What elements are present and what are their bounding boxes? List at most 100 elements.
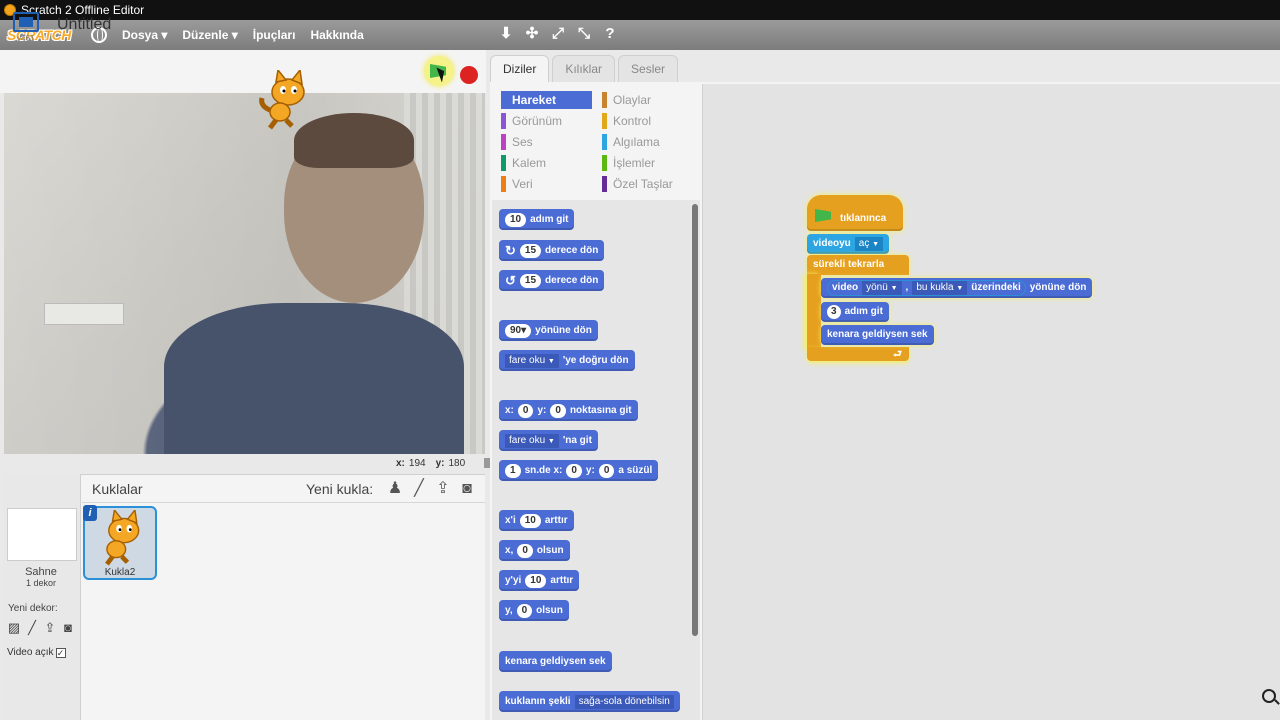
block-change-y[interactable]: y'yi 10 arttır bbox=[499, 570, 580, 591]
menu-bar: SCRATCH Dosya ▾ Düzenle ▾ İpuçları Hakkı… bbox=[0, 20, 1280, 50]
y-label: y: bbox=[435, 458, 445, 469]
rotate-right-icon: ↻ bbox=[505, 243, 516, 258]
script-point-video-block[interactable]: video yönü ▼ , bu kukla ▼ üzerindeki yön… bbox=[821, 278, 1093, 298]
chevron-down-icon: ▼ bbox=[956, 285, 964, 292]
stage-label: Sahne bbox=[25, 566, 57, 578]
video-toggle[interactable]: Video açık ✓ bbox=[7, 647, 66, 658]
cat-thumbnail-icon bbox=[105, 510, 140, 566]
air-conditioner bbox=[44, 303, 124, 325]
editor-root: Scratch 2 Offline Editor SCRATCH Dosya ▾… bbox=[0, 0, 1280, 720]
menu-edit[interactable]: Düzenle ▾ bbox=[182, 28, 237, 42]
paint-brush-icon[interactable]: ╱ bbox=[24, 620, 40, 636]
category-motion[interactable]: Hareket bbox=[501, 91, 592, 109]
block-turn-right[interactable]: ↻ 15 derece dön bbox=[499, 240, 605, 261]
category-operators[interactable]: İşlemler bbox=[602, 154, 655, 172]
stage-thumbnail[interactable] bbox=[7, 508, 77, 561]
backdrop-library-icon[interactable]: ▨ bbox=[6, 620, 22, 636]
sprite-library-icon[interactable]: ♟ bbox=[385, 479, 405, 499]
x-label: x: bbox=[396, 458, 405, 469]
category-sensing[interactable]: Algılama bbox=[602, 133, 660, 151]
cat-sprite[interactable] bbox=[256, 70, 312, 130]
block-point-towards[interactable]: fare oku ▼ 'ye doğru dön bbox=[499, 350, 635, 371]
block-rotation-style[interactable]: kuklanın şekli sağa-sola dönebilsin bbox=[499, 691, 680, 712]
video-attribute-dropdown[interactable]: yönü ▼ bbox=[862, 281, 902, 295]
palette-scrollbar[interactable] bbox=[692, 204, 698, 636]
cut-icon[interactable]: ✣ bbox=[523, 25, 541, 43]
video-sensing-reporter[interactable]: video yönü ▼ , bu kukla ▼ üzerindeki bbox=[827, 280, 1026, 296]
project-title[interactable]: Untitled bbox=[57, 16, 111, 34]
category-pen[interactable]: Kalem bbox=[501, 154, 546, 172]
category-more-blocks[interactable]: Özel Taşlar bbox=[602, 175, 673, 193]
chevron-down-icon: ▼ bbox=[547, 357, 555, 365]
edit-tools: ⬇ ✣ ⤢ ⤡ ? bbox=[497, 25, 619, 43]
rotate-left-icon: ↺ bbox=[505, 273, 516, 288]
block-goto-xy[interactable]: x: 0 y: 0 noktasına git bbox=[499, 400, 638, 421]
goto-dropdown[interactable]: fare oku ▼ bbox=[505, 433, 559, 448]
category-control[interactable]: Kontrol bbox=[602, 112, 651, 130]
point-towards-dropdown[interactable]: fare oku ▼ bbox=[505, 353, 559, 368]
rotation-style-dropdown[interactable]: sağa-sola dönebilsin bbox=[574, 694, 674, 709]
person-body bbox=[164, 303, 464, 454]
y-value: 180 bbox=[448, 458, 466, 469]
tab-scripts[interactable]: Diziler bbox=[490, 55, 550, 82]
upload-icon[interactable]: ⇪ bbox=[433, 479, 453, 499]
fullscreen-icon[interactable] bbox=[13, 12, 39, 32]
video-checkbox[interactable]: ✓ bbox=[55, 647, 66, 658]
script-move-block[interactable]: 3 adım git bbox=[821, 302, 889, 322]
script-video-block[interactable]: videoyu aç ▼ bbox=[807, 234, 890, 254]
menu-tips[interactable]: İpuçları bbox=[253, 28, 296, 42]
category-events[interactable]: Olaylar bbox=[602, 91, 651, 109]
forever-label: sürekli tekrarla bbox=[813, 259, 885, 270]
block-change-x[interactable]: x'i 10 arttır bbox=[499, 510, 574, 531]
sprites-title: Kuklalar bbox=[92, 481, 143, 497]
category-looks[interactable]: Görünüm bbox=[501, 112, 562, 130]
block-glide[interactable]: 1 sn.de x: 0 y: 0 a süzül bbox=[499, 460, 659, 481]
block-goto[interactable]: fare oku ▼ 'na git bbox=[499, 430, 598, 451]
editor-tabs: Diziler Kılıklar Sesler bbox=[490, 55, 679, 83]
window-title: Scratch 2 Offline Editor bbox=[21, 3, 145, 17]
help-icon[interactable]: ? bbox=[601, 25, 619, 43]
stop-icon[interactable] bbox=[460, 66, 478, 84]
hat-block-label: tıklanınca bbox=[840, 213, 887, 224]
category-sound[interactable]: Ses bbox=[501, 133, 533, 151]
sprite-info-icon[interactable]: i bbox=[83, 505, 97, 521]
loop-arrow-icon: ⮐ bbox=[893, 349, 902, 360]
person-hair bbox=[294, 113, 414, 168]
paint-brush-icon[interactable]: ╱ bbox=[409, 479, 429, 499]
block-bounce[interactable]: kenara geldiysen sek bbox=[499, 651, 612, 672]
script-area[interactable] bbox=[702, 84, 1280, 720]
block-point-direction[interactable]: 90▾ yönüne dön bbox=[499, 320, 598, 341]
category-data[interactable]: Veri bbox=[501, 175, 533, 193]
menu-file[interactable]: Dosya ▾ bbox=[122, 28, 167, 42]
block-turn-left[interactable]: ↺ 15 derece dön bbox=[499, 270, 605, 291]
shrink-icon[interactable]: ⤡ bbox=[575, 25, 593, 43]
stage-canvas[interactable] bbox=[4, 93, 485, 454]
duplicate-icon[interactable]: ⬇ bbox=[497, 25, 515, 43]
grow-icon[interactable]: ⤢ bbox=[549, 25, 567, 43]
forever-arm bbox=[807, 274, 821, 350]
sprite-name: Kukla2 bbox=[104, 567, 136, 578]
upload-icon[interactable]: ⇪ bbox=[42, 620, 58, 636]
video-state-dropdown[interactable]: aç ▼ bbox=[854, 237, 884, 251]
block-set-x[interactable]: x, 0 olsun bbox=[499, 540, 570, 561]
new-backdrop-tools: ▨ ╱ ⇪ ◙ bbox=[6, 620, 76, 636]
mouse-coords: x: 194 y: 180 bbox=[390, 458, 465, 469]
tab-costumes[interactable]: Kılıklar bbox=[552, 55, 616, 82]
script-bounce-block[interactable]: kenara geldiysen sek bbox=[821, 325, 934, 345]
stage-backdrop-count: 1 dekor bbox=[25, 578, 57, 588]
block-set-y[interactable]: y, 0 olsun bbox=[499, 600, 569, 621]
window-titlebar: Scratch 2 Offline Editor bbox=[0, 0, 1280, 20]
tab-sounds[interactable]: Sesler bbox=[618, 55, 679, 82]
zoom-out-icon[interactable] bbox=[1262, 689, 1276, 703]
chevron-down-icon: ▼ bbox=[890, 285, 898, 292]
video-target-dropdown[interactable]: bu kukla ▼ bbox=[912, 281, 968, 295]
new-backdrop-label: Yeni dekor: bbox=[8, 603, 58, 614]
menu-about[interactable]: Hakkında bbox=[310, 28, 363, 42]
camera-icon[interactable]: ◙ bbox=[457, 479, 477, 499]
block-move[interactable]: 10 adım git bbox=[499, 209, 575, 230]
new-sprite-label: Yeni kukla: bbox=[306, 481, 374, 497]
camera-icon[interactable]: ◙ bbox=[60, 620, 76, 636]
chevron-down-icon: ▼ bbox=[872, 241, 880, 248]
version-label: v461 bbox=[17, 34, 35, 43]
stage-header bbox=[0, 50, 486, 93]
